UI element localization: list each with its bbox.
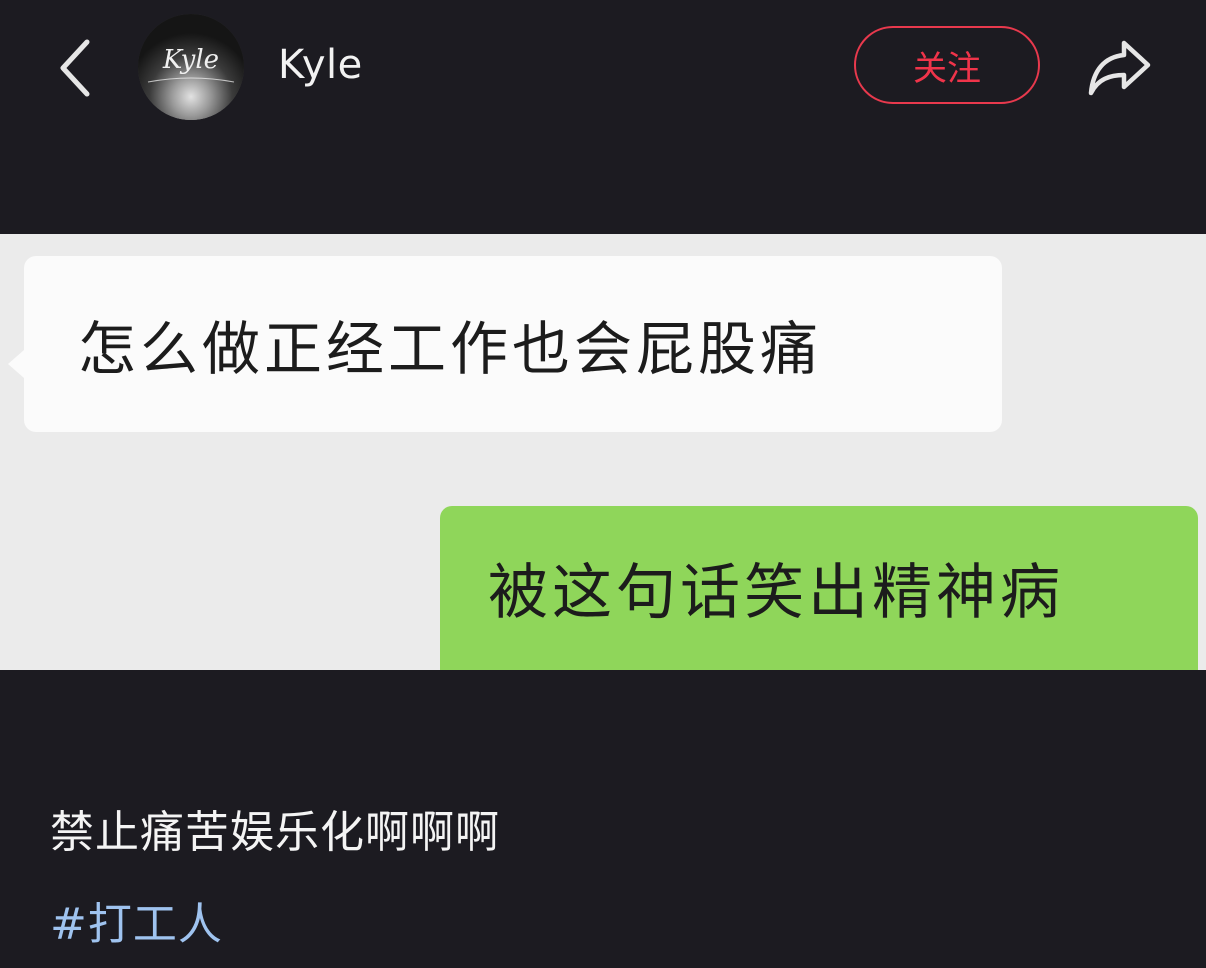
hashtag-link[interactable]: #打工人: [50, 888, 223, 952]
username[interactable]: Kyle: [278, 42, 363, 88]
back-button[interactable]: [40, 30, 110, 106]
post-image[interactable]: 怎么做正经工作也会屁股痛 被这句话笑出精神病: [0, 234, 1206, 670]
share-button[interactable]: [1080, 30, 1160, 106]
chevron-left-icon: [60, 39, 90, 97]
incoming-message-bubble: 怎么做正经工作也会屁股痛: [8, 256, 1002, 432]
avatar[interactable]: Kyle: [138, 14, 244, 120]
outgoing-message-bubble: 被这句话笑出精神病: [440, 506, 1198, 670]
avatar-signature: Kyle: [162, 45, 219, 75]
avatar-image: Kyle: [138, 14, 244, 120]
post-caption: 禁止痛苦娱乐化啊啊啊: [50, 807, 500, 858]
follow-button[interactable]: 关注: [854, 26, 1040, 104]
share-arrow-icon: [1088, 40, 1151, 96]
post-detail-page: Kyle Kyle 关注 怎么做正经工作也会屁股痛 被这句话笑出精神病 禁止痛苦…: [0, 0, 1206, 968]
